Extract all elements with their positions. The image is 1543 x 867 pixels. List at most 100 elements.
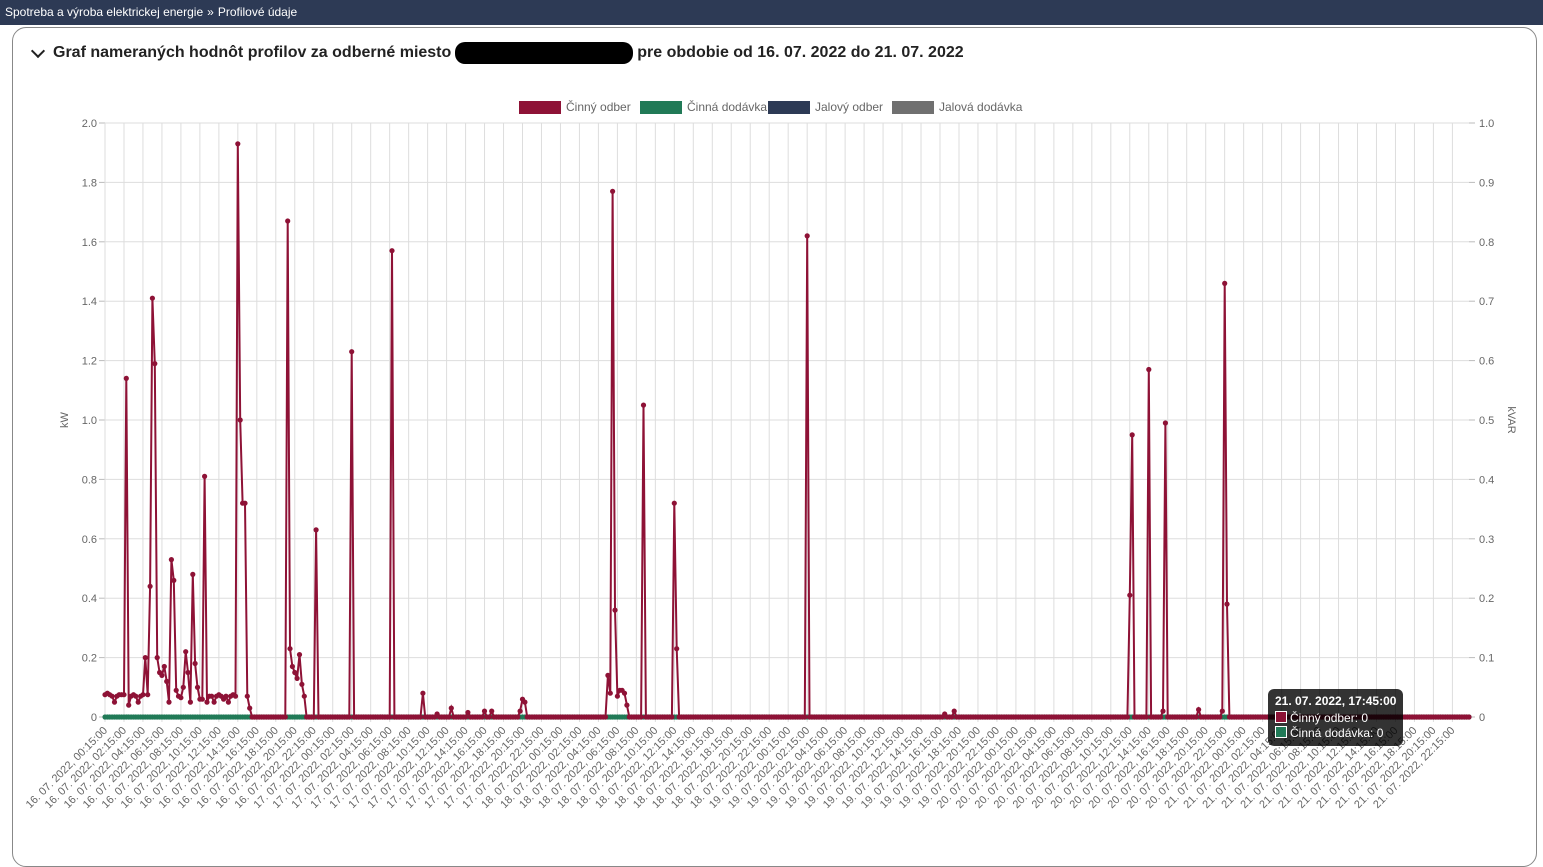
y-axis-label-left: kW [59,411,71,428]
data-point [301,693,307,699]
data-point [135,699,141,705]
data-point [515,714,521,720]
data-point [152,361,158,367]
data-point [121,692,127,698]
data-point [287,646,293,652]
data-point [489,708,495,714]
data-point [192,660,198,667]
series-line-cinny-odber [104,143,1469,718]
data-point [1219,708,1225,714]
data-point [194,684,201,690]
data-point [1160,708,1166,714]
data-point [185,669,191,676]
data-point [387,714,393,720]
data-point [142,655,148,661]
data-point [147,583,153,589]
data-point [949,714,955,720]
data-point [624,702,630,708]
data-point [1158,714,1164,720]
data-point [109,693,115,699]
y-tick-label-left: 0.4 [82,593,97,605]
data-point [311,714,317,720]
data-point [389,248,395,254]
data-point [232,693,239,699]
legend-item-label: Činná dodávka [687,99,767,114]
y-tick-label-right: 0.1 [1479,653,1494,665]
y-tick-label-left: 0.6 [82,534,97,546]
data-point [202,473,208,479]
data-point [282,714,288,720]
data-point [486,714,492,720]
data-point [183,649,189,655]
data-point [522,699,528,705]
y-tick-label-right: 0.5 [1479,415,1494,427]
data-point [612,607,618,613]
tooltip-swatch-cinna-dodavka [1275,726,1287,738]
data-point [244,693,250,699]
data-point [1466,714,1472,720]
data-point [173,687,179,693]
data-point [674,646,680,652]
data-point [517,708,523,714]
data-point [190,571,196,578]
data-point [607,690,613,696]
data-point [446,714,452,720]
data-point [420,690,426,696]
data-point [180,684,186,690]
y-tick-label-right: 1.0 [1479,118,1494,130]
tooltip-title: 21. 07. 2022, 17:45:00 [1275,694,1397,708]
data-point [638,714,644,720]
data-point [159,672,165,679]
data-point [296,652,303,658]
data-point [671,500,677,506]
data-point [225,699,231,705]
data-point [294,675,300,682]
data-point [292,669,298,676]
data-point [223,693,229,699]
data-point [802,714,808,720]
data-point [247,705,253,711]
y-tick-label-right: 0.2 [1479,593,1494,605]
data-point [204,699,210,705]
chart-tooltip: 21. 07. 2022, 17:45:00 Činný odber: 0 Či… [1268,689,1404,746]
data-point [640,402,647,408]
y-axis-label-right: kVAR [1505,406,1517,433]
data-point [285,218,291,224]
data-point [479,714,485,720]
data-point [669,714,675,720]
y-tick-label-right: 0.7 [1479,296,1494,308]
data-point [1124,714,1130,720]
data-point [313,527,319,533]
legend-swatch [640,101,682,114]
y-tick-label-left: 1.0 [82,415,97,427]
data-point [123,375,129,381]
data-point [349,349,355,355]
y-tick-label-left: 0.8 [82,474,97,486]
data-point [171,577,177,584]
data-point [237,417,243,423]
y-tick-label-right: 0.8 [1479,237,1494,249]
data-point [211,699,217,705]
data-point [209,693,215,699]
data-point [614,693,621,699]
data-point [602,714,609,720]
data-point [1222,280,1228,286]
data-point [1217,714,1223,720]
data-point [951,708,957,714]
data-point [289,663,295,670]
y-tick-label-right: 0.9 [1479,177,1494,189]
legend-swatch [892,101,934,114]
tooltip-line: Činná dodávka: 0 [1290,726,1384,740]
data-point [605,672,611,679]
data-point [242,500,248,506]
legend-item-label: Jalová dodávka [939,100,1023,114]
data-point [199,696,205,702]
data-point [187,699,193,705]
y-tick-label-left: 0.2 [82,653,97,665]
data-point [1196,707,1202,713]
data-point [1127,592,1133,598]
y-tick-label-left: 2.0 [82,118,97,130]
tooltip-swatch-cinny-odber [1275,711,1287,723]
data-point [111,699,118,705]
y-tick-label-left: 1.8 [82,177,97,189]
